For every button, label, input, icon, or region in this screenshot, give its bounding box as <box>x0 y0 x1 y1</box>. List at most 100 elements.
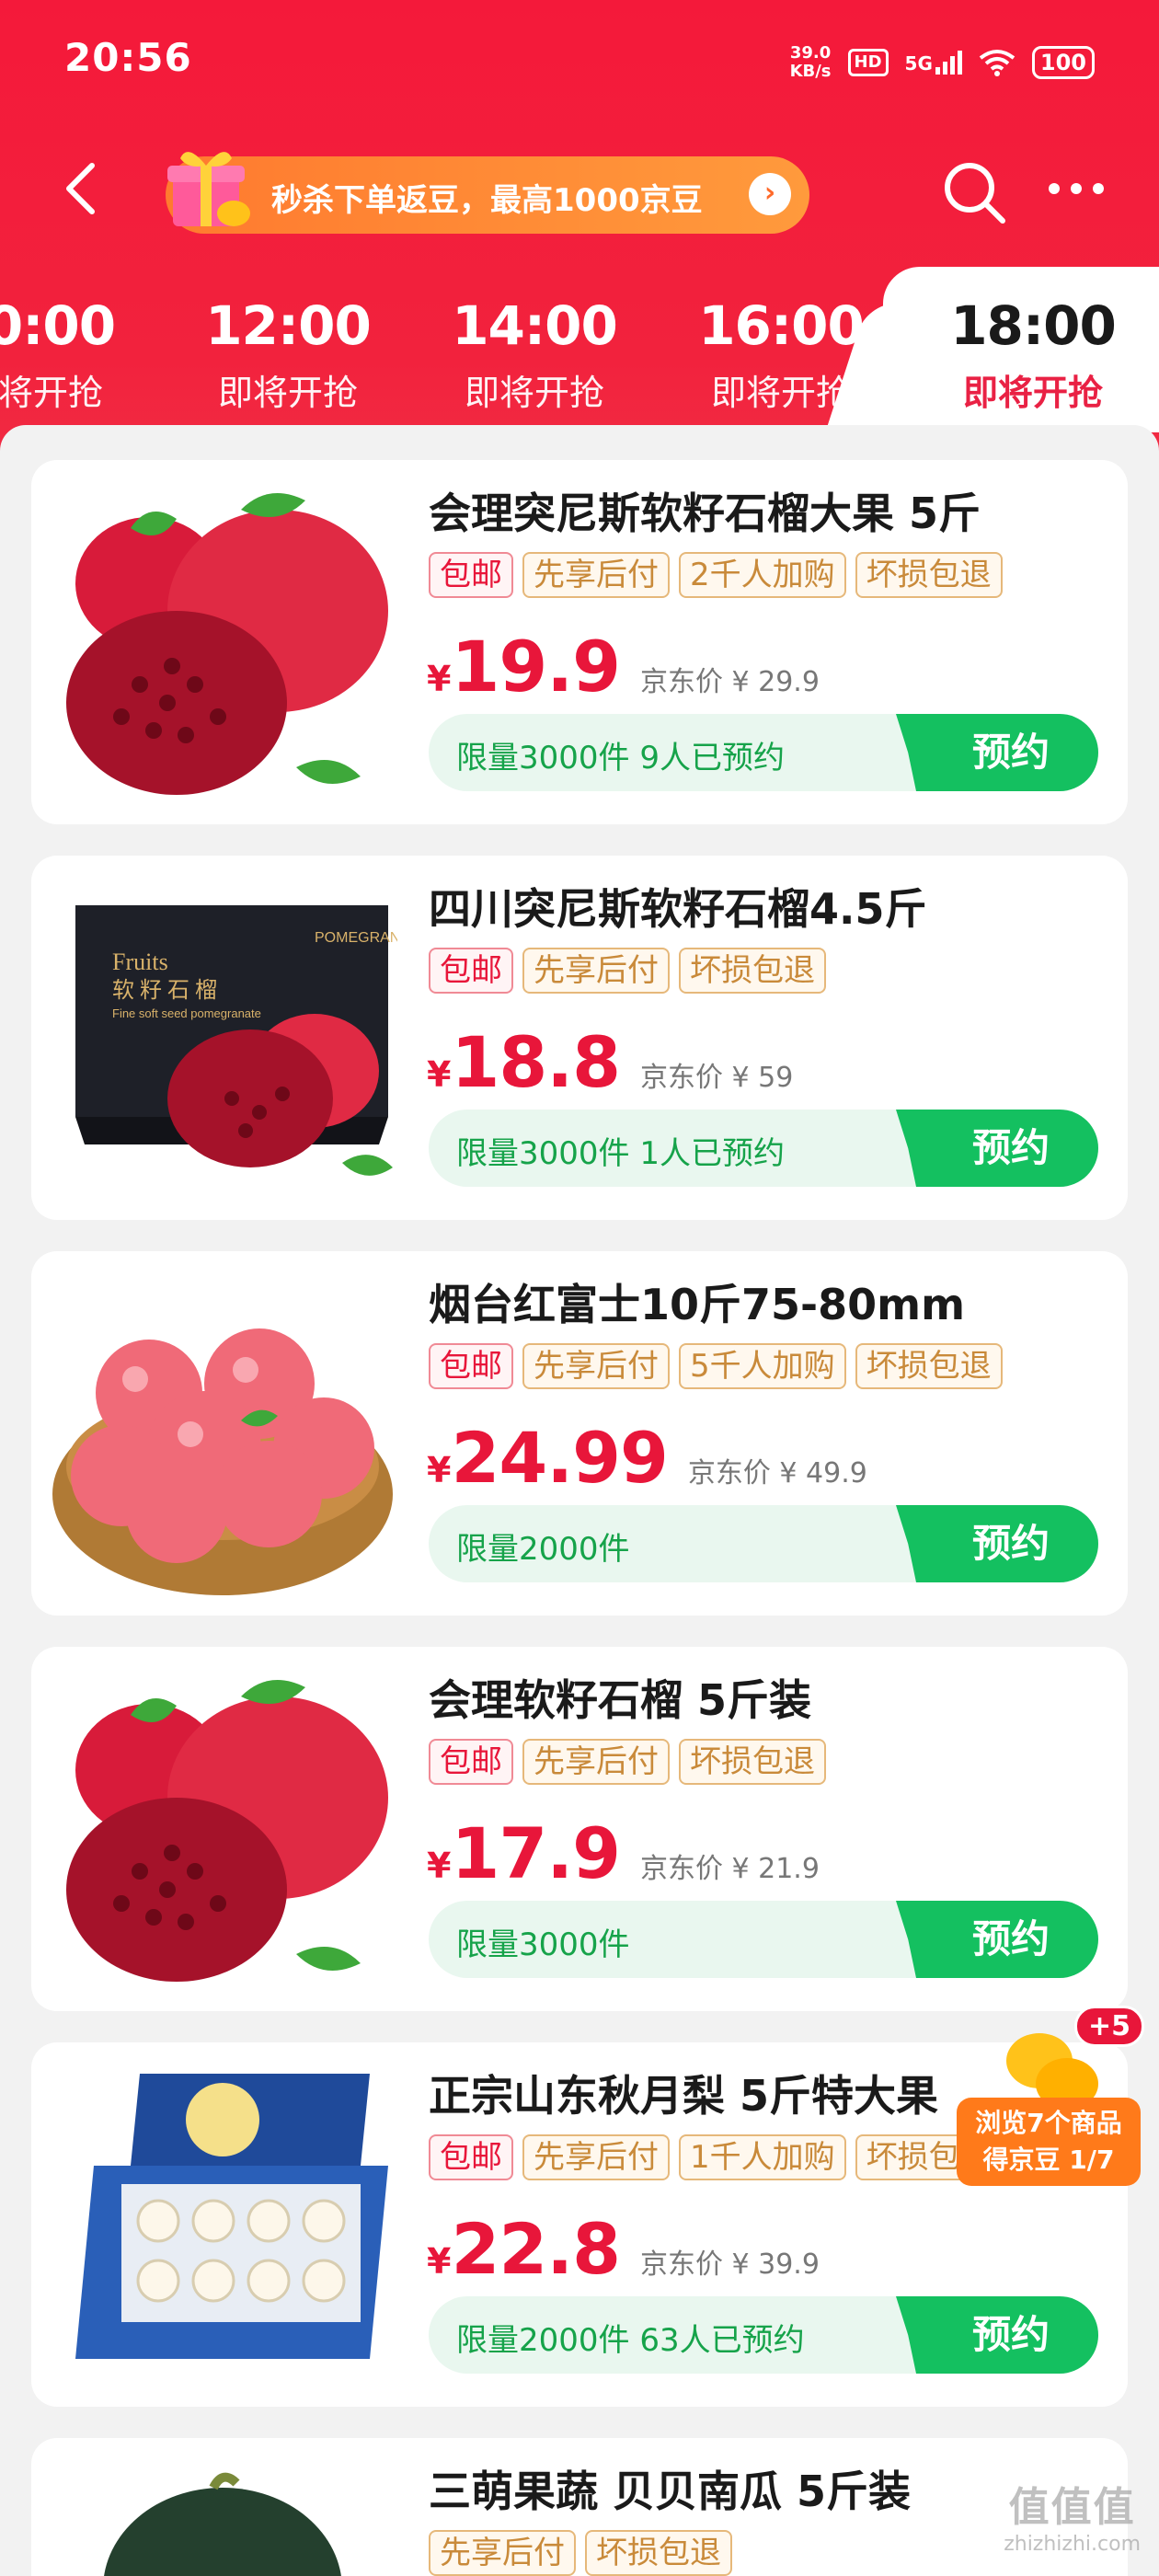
bean-task-text: 浏览7个商品 <box>975 2108 1122 2138</box>
product-tags: 包邮 先享后付 坏损包退 <box>429 1739 826 1785</box>
product-tags: 包邮 先享后付 5千人加购 坏损包退 <box>429 1343 1003 1389</box>
more-icon[interactable] <box>1049 175 1122 202</box>
price-symbol: ¥ <box>427 1054 452 1095</box>
tab-1600[interactable]: 16:00 即将开抢 <box>675 294 887 415</box>
product-tags: 先享后付 坏损包退 <box>429 2530 732 2576</box>
tag: 坏损包退 <box>679 948 826 994</box>
pomegranate-image <box>66 493 388 795</box>
price-row: ¥ 22.8 京东价 ¥ 39.9 <box>427 2208 820 2290</box>
battery-icon: 100 <box>1031 46 1095 79</box>
reserve-bar: 限量3000件 预约 <box>429 1901 1098 1978</box>
reserve-button[interactable]: 预约 <box>896 2296 1098 2374</box>
time-tabs: 0:00 将开抢 12:00 即将开抢 14:00 即将开抢 16:00 即将开… <box>0 276 1159 432</box>
tag: 包邮 <box>429 2134 513 2180</box>
pomegranate-gift-box-image: POMEGRANATE Fruits 软 籽 石 榴 Fine soft see… <box>75 905 397 1176</box>
promo-banner[interactable]: 秒杀下单返豆，最高1000京豆 › <box>166 152 809 234</box>
reserve-button[interactable]: 预约 <box>896 714 1098 791</box>
tab-status: 即将开抢 <box>464 373 604 413</box>
tag: 先享后付 <box>429 2530 576 2576</box>
price: 17.9 <box>451 1812 621 1894</box>
jd-price: 京东价 ¥ 39.9 <box>639 2248 820 2281</box>
tab-time: 0:00 <box>0 294 116 357</box>
jd-price: 京东价 ¥ 49.9 <box>687 1457 867 1489</box>
tab-time: 14:00 <box>452 294 618 357</box>
pomegranate-image <box>66 1680 388 1982</box>
price: 19.9 <box>451 626 621 707</box>
bean-task-box: 浏览7个商品 得京豆 1/7 <box>957 2098 1141 2186</box>
nav-row: 秒杀下单返豆，最高1000京豆 › <box>0 138 1159 239</box>
pumpkin-image <box>104 2472 341 2576</box>
product-card[interactable]: POMEGRANATE Fruits 软 籽 石 榴 Fine soft see… <box>31 856 1128 1220</box>
chevron-right-icon: › <box>749 173 791 215</box>
signal-icon: 5G <box>905 51 962 75</box>
tag: 包邮 <box>429 948 513 994</box>
tab-status: 将开抢 <box>0 373 103 413</box>
watermark: 值值值 zhizhizhi.com <box>1004 2474 1141 2556</box>
watermark-url: zhizhizhi.com <box>1004 2533 1141 2556</box>
reserve-bar: 限量3000件 9人已预约 预约 <box>429 714 1098 791</box>
tag: 包邮 <box>429 1343 513 1389</box>
tag: 先享后付 <box>522 948 670 994</box>
jd-price: 京东价 ¥ 21.9 <box>639 1853 820 1885</box>
tag: 先享后付 <box>522 1739 670 1785</box>
price-symbol: ¥ <box>427 2241 452 2282</box>
tab-time: 16:00 <box>698 294 865 357</box>
tag: 坏损包退 <box>679 1739 826 1785</box>
tab-status: 即将开抢 <box>710 373 851 413</box>
tag: 先享后付 <box>522 1343 670 1389</box>
jd-price: 京东价 ¥ 59 <box>639 1062 794 1094</box>
product-card[interactable]: 三萌果蔬 贝贝南瓜 5斤装 先享后付 坏损包退 <box>31 2438 1128 2576</box>
product-title: 四川突尼斯软籽石榴4.5斤 <box>429 884 927 934</box>
tab-time: 18:00 <box>950 294 1117 357</box>
price-symbol: ¥ <box>427 1450 452 1490</box>
tag: 包邮 <box>429 1739 513 1785</box>
tab-1200[interactable]: 12:00 即将开抢 <box>182 294 394 415</box>
bean-reward-widget[interactable]: +5 浏览7个商品 得京豆 1/7 <box>957 2006 1145 2190</box>
price: 18.8 <box>451 1021 621 1103</box>
search-icon[interactable] <box>938 156 1012 230</box>
tag: 先享后付 <box>522 2134 670 2180</box>
status-icons: 39.0 KB/s HD 5G 100 <box>790 40 1095 85</box>
reserve-bar: 限量2000件 预约 <box>429 1505 1098 1582</box>
price-symbol: ¥ <box>427 1846 452 1886</box>
reserve-button[interactable]: 预约 <box>896 1505 1098 1582</box>
product-card[interactable]: 烟台红富士10斤75-80mm 包邮 先享后付 5千人加购 坏损包退 ¥ 24.… <box>31 1251 1128 1616</box>
tag: 先享后付 <box>522 552 670 598</box>
price-row: ¥ 17.9 京东价 ¥ 21.9 <box>427 1812 820 1894</box>
net-speed-value: 39.0 <box>789 43 832 63</box>
status-bar: 20:56 39.0 KB/s HD 5G 100 <box>0 0 1159 120</box>
net-speed-unit: KB/s <box>789 62 832 81</box>
product-title: 会理软籽石榴 5斤装 <box>429 1675 812 1725</box>
gift-icon <box>167 152 250 226</box>
hd-icon: HD <box>847 49 889 76</box>
reserve-button[interactable]: 预约 <box>896 1110 1098 1187</box>
product-title: 会理突尼斯软籽石榴大果 5斤 <box>429 489 981 538</box>
back-icon[interactable] <box>55 156 110 221</box>
product-tags: 包邮 先享后付 坏损包退 <box>429 948 826 994</box>
product-tags: 包邮 先享后付 2千人加购 坏损包退 <box>429 552 1003 598</box>
bean-task-progress: 得京豆 1/7 <box>982 2145 1115 2175</box>
promo-text: 秒杀下单返豆，最高1000京豆 <box>271 182 703 219</box>
tab-1800-active[interactable]: 18:00 即将开抢 <box>927 294 1139 415</box>
price: 22.8 <box>451 2208 621 2290</box>
price-row: ¥ 18.8 京东价 ¥ 59 <box>427 1021 793 1103</box>
reserve-bar: 限量2000件 63人已预约 预约 <box>429 2296 1098 2374</box>
status-time: 20:56 <box>64 35 192 80</box>
stock-text: 限量2000件 63人已预约 <box>456 2322 805 2359</box>
stock-text: 限量2000件 <box>456 1531 630 1568</box>
reserve-button[interactable]: 预约 <box>896 1901 1098 1978</box>
network-type: 5G <box>904 52 933 75</box>
product-card[interactable]: 会理软籽石榴 5斤装 包邮 先享后付 坏损包退 ¥ 17.9 京东价 ¥ 21.… <box>31 1647 1128 2011</box>
product-card[interactable]: 会理突尼斯软籽石榴大果 5斤 包邮 先享后付 2千人加购 坏损包退 ¥ 19.9… <box>31 460 1128 824</box>
tag: 5千人加购 <box>679 1343 846 1389</box>
tag: 坏损包退 <box>585 2530 732 2576</box>
price-row: ¥ 24.99 京东价 ¥ 49.9 <box>427 1417 867 1499</box>
pear-gift-box-image <box>75 2074 388 2359</box>
watermark-logo: 值值值 <box>1008 2484 1136 2531</box>
box-en-text: Fine soft seed pomegranate <box>112 1006 261 1020</box>
product-tags: 包邮 先享后付 1千人加购 坏损包退 <box>429 2134 1003 2180</box>
tab-0000[interactable]: 0:00 将开抢 <box>0 294 156 415</box>
tab-1400[interactable]: 14:00 即将开抢 <box>429 294 640 415</box>
bean-plus-badge: +5 <box>1074 2006 1145 2047</box>
jd-price: 京东价 ¥ 29.9 <box>639 666 820 698</box>
